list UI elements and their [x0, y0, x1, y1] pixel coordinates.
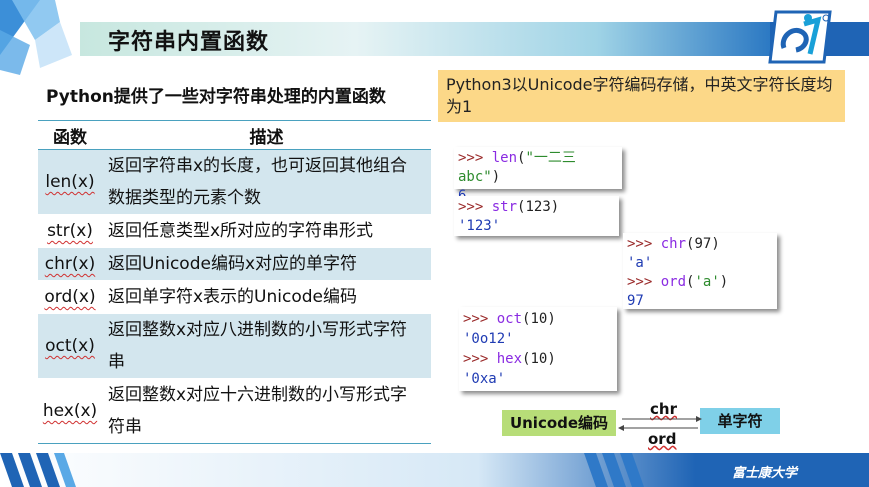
single-char-box: 单字符	[700, 408, 780, 434]
unicode-note: Python3以Unicode字符编码存储，中英文字符长度均为1	[438, 70, 845, 122]
prompt: >>>	[458, 199, 484, 215]
code-output: '0xa'	[463, 371, 506, 387]
function-description: 返回任意类型x所对应的字符串形式	[102, 214, 431, 248]
table-row: hex(x) 返回整数x对应十六进制数的小写形式字 符串	[38, 378, 431, 444]
table-row: str(x) 返回任意类型x所对应的字符串形式	[38, 214, 431, 248]
column-header-description: 描述	[102, 120, 431, 150]
description-line: 串	[108, 352, 125, 372]
column-header-function: 函数	[38, 120, 102, 150]
description-line: 数据类型的元素个数	[108, 188, 261, 208]
function-description: 返回Unicode编码x对应的单字符	[102, 247, 431, 281]
prompt: >>>	[458, 150, 484, 166]
unicode-code-box: Unicode编码	[502, 410, 616, 436]
code-output: '123'	[458, 218, 501, 234]
code-function: str	[491, 199, 518, 215]
prompt: >>>	[463, 351, 489, 367]
function-name: chr(x)	[38, 247, 102, 281]
subtitle: Python提供了一些对字符串处理的内置函数	[46, 87, 386, 107]
code-function: len	[491, 150, 518, 166]
code-argument: 97	[694, 236, 712, 252]
description-line: 返回整数x对应八进制数的小写形式字符	[108, 320, 408, 340]
slide-title: 字符串内置函数	[108, 30, 270, 55]
function-description: 返回字符串x的长度，也可返回其他组合 数据类型的元素个数	[102, 149, 431, 215]
function-name: hex(x)	[38, 378, 102, 444]
code-function: chr	[660, 236, 687, 252]
code-example-chr-ord: >>> chr(97) 'a' >>> ord('a') 97	[623, 233, 777, 309]
code-example-str: >>> str(123) '123'	[454, 196, 619, 236]
code-argument: 123	[525, 199, 551, 215]
conversion-arrows-icon	[618, 416, 702, 431]
table-row: len(x) 返回字符串x的长度，也可返回其他组合 数据类型的元素个数	[38, 149, 431, 215]
table-row: oct(x) 返回整数x对应八进制数的小写形式字符 串	[38, 313, 431, 379]
function-description: 返回整数x对应八进制数的小写形式字符 串	[102, 313, 431, 379]
code-example-oct-hex: >>> oct(10) '0o12' >>> hex(10) '0xa'	[459, 307, 617, 391]
function-description: 返回整数x对应十六进制数的小写形式字 符串	[102, 378, 431, 444]
footer-stripes-right	[584, 453, 644, 487]
table-row: chr(x) 返回Unicode编码x对应的单字符	[38, 247, 431, 281]
code-output: '0o12'	[463, 331, 514, 347]
code-argument: 10	[530, 311, 548, 327]
footer-university-name: 富士康大学	[732, 466, 798, 481]
code-function: ord	[660, 274, 687, 290]
code-argument: 10	[530, 351, 548, 367]
prompt: >>>	[627, 236, 653, 252]
prompt: >>>	[627, 274, 653, 290]
code-argument: 'a'	[694, 274, 720, 290]
function-name: oct(x)	[38, 313, 102, 379]
description-line: 返回任意类型x所对应的字符串形式	[108, 221, 374, 241]
university-logo-icon	[768, 10, 832, 64]
function-name: str(x)	[38, 214, 102, 248]
description-line: 符串	[108, 417, 142, 437]
table-header-row: 函数 描述	[38, 120, 431, 150]
corner-decoration	[0, 0, 72, 75]
builtin-functions-table: 函数 描述 len(x) 返回字符串x的长度，也可返回其他组合 数据类型的元素个…	[38, 120, 431, 444]
description-line: 返回单字符x表示的Unicode编码	[108, 287, 357, 307]
table-row: ord(x) 返回单字符x表示的Unicode编码	[38, 280, 431, 314]
code-example-len: >>> len("一二三abc") 6	[454, 147, 622, 204]
prompt: >>>	[463, 311, 489, 327]
code-function: oct	[496, 311, 523, 327]
function-name: ord(x)	[38, 280, 102, 314]
function-name: len(x)	[38, 149, 102, 215]
description-line: 返回整数x对应十六进制数的小写形式字	[108, 385, 408, 405]
code-output: 'a'	[627, 255, 653, 271]
footer-stripes-left	[0, 453, 76, 487]
function-description: 返回单字符x表示的Unicode编码	[102, 280, 431, 314]
description-line: 返回Unicode编码x对应的单字符	[108, 254, 357, 274]
code-function: hex	[496, 351, 523, 367]
code-output: 97	[627, 293, 644, 309]
description-line: 返回字符串x的长度，也可返回其他组合	[108, 156, 408, 176]
